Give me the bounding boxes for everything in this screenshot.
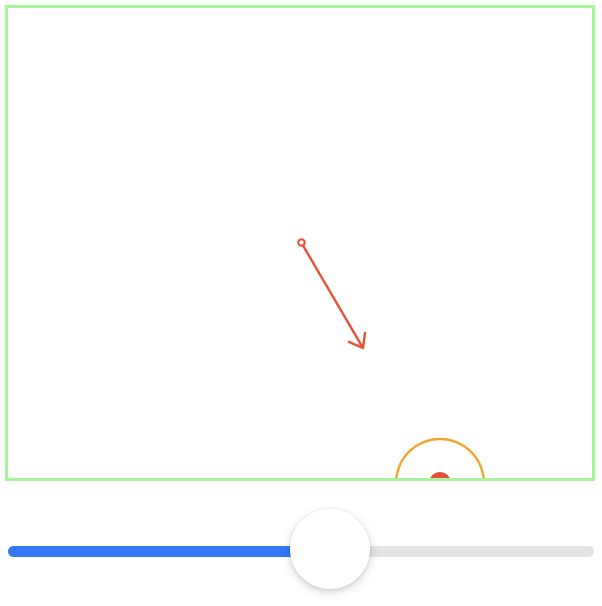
slider-fill <box>8 546 331 557</box>
aim-arrow <box>297 238 367 350</box>
app-root <box>0 0 602 606</box>
arrow-shaft <box>301 244 365 350</box>
play-area[interactable] <box>5 5 595 481</box>
slider-thumb[interactable] <box>290 509 371 589</box>
arrow-head-icon <box>347 331 367 350</box>
scene <box>297 238 485 478</box>
target-dot <box>430 472 450 478</box>
target <box>395 437 485 478</box>
power-slider[interactable] <box>8 509 594 589</box>
